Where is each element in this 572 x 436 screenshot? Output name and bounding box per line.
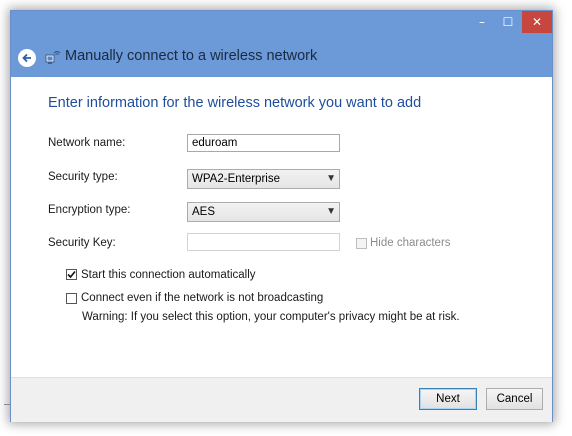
maximize-button[interactable]: ☐ bbox=[495, 11, 521, 33]
window-title: Manually connect to a wireless network bbox=[65, 48, 318, 64]
network-icon bbox=[45, 51, 61, 64]
network-name-label: Network name: bbox=[48, 137, 126, 149]
next-button[interactable]: Next bbox=[419, 388, 477, 410]
security-type-value: WPA2-Enterprise bbox=[192, 173, 280, 185]
network-name-input[interactable]: eduroam bbox=[187, 134, 340, 152]
security-key-label: Security Key: bbox=[48, 237, 116, 249]
hide-characters-checkbox[interactable] bbox=[356, 238, 367, 249]
back-arrow-icon bbox=[22, 53, 31, 63]
security-key-input[interactable] bbox=[187, 233, 340, 251]
connect-even-checkbox[interactable] bbox=[66, 293, 77, 304]
dialog-window: – ☐ ✕ Manually connect to a wireless net… bbox=[10, 10, 553, 422]
start-automatically-label: Start this connection automatically bbox=[81, 269, 256, 281]
title-bar: – ☐ ✕ Manually connect to a wireless net… bbox=[11, 11, 552, 77]
corner-mark bbox=[4, 404, 10, 405]
close-button[interactable]: ✕ bbox=[522, 11, 552, 33]
connect-even-label: Connect even if the network is not broad… bbox=[81, 292, 324, 304]
cancel-button[interactable]: Cancel bbox=[486, 388, 543, 410]
minimize-button[interactable]: – bbox=[469, 11, 495, 33]
hide-characters-label: Hide characters bbox=[370, 237, 451, 249]
page-heading: Enter information for the wireless netwo… bbox=[48, 95, 422, 111]
security-type-select[interactable]: WPA2-Enterprise ▼ bbox=[187, 169, 340, 189]
back-button[interactable] bbox=[18, 49, 36, 67]
encryption-type-label: Encryption type: bbox=[48, 204, 131, 216]
encryption-type-value: AES bbox=[192, 206, 216, 218]
chevron-down-icon: ▼ bbox=[326, 173, 336, 184]
privacy-warning: Warning: If you select this option, your… bbox=[82, 311, 460, 323]
chevron-down-icon: ▼ bbox=[326, 206, 336, 217]
start-automatically-checkbox[interactable] bbox=[66, 269, 77, 280]
checkmark-icon bbox=[67, 270, 76, 279]
security-type-label: Security type: bbox=[48, 171, 118, 183]
button-bar: Next Cancel bbox=[11, 377, 552, 422]
encryption-type-select[interactable]: AES ▼ bbox=[187, 202, 340, 222]
